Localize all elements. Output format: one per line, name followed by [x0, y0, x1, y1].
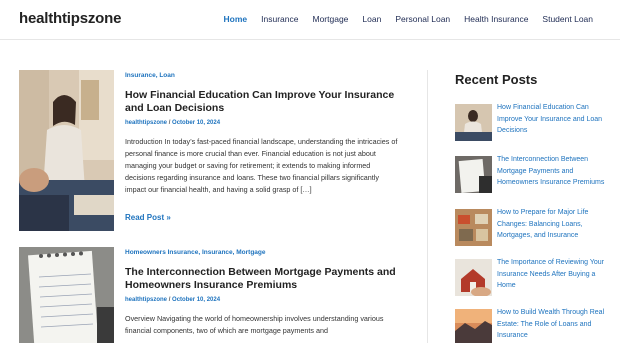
post-author[interactable]: healthtipszone	[125, 297, 167, 303]
recent-post-title[interactable]: How Financial Education Can Improve Your…	[497, 102, 607, 137]
recent-post-thumbnail[interactable]	[455, 259, 492, 296]
post-byline: healthtipszone / October 10, 2024	[125, 120, 220, 126]
nav-health-insurance[interactable]: Health Insurance	[464, 14, 528, 24]
post-card: Homeowners Insurance, Insurance, Mortgag…	[19, 247, 399, 343]
recent-post-item: How to Prepare for Major Life Changes: B…	[455, 207, 605, 249]
sidebar-title: Recent Posts	[455, 72, 538, 87]
recent-post-thumbnail[interactable]	[455, 156, 492, 193]
post-author[interactable]: healthtipszone	[125, 120, 167, 126]
recent-post-title[interactable]: How to Build Wealth Through Real Estate:…	[497, 307, 607, 342]
post-title[interactable]: How Financial Education Can Improve Your…	[125, 89, 400, 115]
recent-post-thumbnail[interactable]	[455, 309, 492, 343]
recent-post-item: How to Build Wealth Through Real Estate:…	[455, 307, 605, 343]
post-thumbnail[interactable]	[19, 70, 114, 231]
post-date[interactable]: October 10, 2024	[172, 120, 220, 126]
post-byline: healthtipszone / October 10, 2024	[125, 297, 220, 303]
nav-home[interactable]: Home	[224, 14, 248, 24]
site-logo[interactable]: healthtipszone	[19, 10, 121, 27]
site-header: healthtipszone Home Insurance Mortgage L…	[0, 0, 620, 40]
recent-post-item: How Financial Education Can Improve Your…	[455, 102, 605, 144]
recent-post-thumbnail[interactable]	[455, 104, 492, 141]
recent-post-item: The Importance of Reviewing Your Insuran…	[455, 257, 605, 299]
post-excerpt: Overview Navigating the world of homeown…	[125, 314, 384, 335]
nav-student-loan[interactable]: Student Loan	[542, 14, 593, 24]
post-card: Insurance, Loan How Financial Education …	[19, 70, 399, 235]
recent-post-title[interactable]: How to Prepare for Major Life Changes: B…	[497, 207, 607, 242]
recent-post-thumbnail[interactable]	[455, 209, 492, 246]
post-title[interactable]: The Interconnection Between Mortgage Pay…	[125, 266, 400, 292]
recent-post-title[interactable]: The Importance of Reviewing Your Insuran…	[497, 257, 607, 292]
post-date[interactable]: October 10, 2024	[172, 297, 220, 303]
nav-loan[interactable]: Loan	[362, 14, 381, 24]
nav-personal-loan[interactable]: Personal Loan	[395, 14, 450, 24]
recent-post-item: The Interconnection Between Mortgage Pay…	[455, 154, 605, 196]
nav-mortgage[interactable]: Mortgage	[312, 14, 348, 24]
post-categories[interactable]: Homeowners Insurance, Insurance, Mortgag…	[125, 249, 266, 256]
recent-post-title[interactable]: The Interconnection Between Mortgage Pay…	[497, 154, 607, 189]
nav-insurance[interactable]: Insurance	[261, 14, 298, 24]
main-nav: Home Insurance Mortgage Loan Personal Lo…	[210, 14, 593, 24]
post-categories[interactable]: Insurance, Loan	[125, 72, 175, 79]
read-more-link[interactable]: Read Post »	[125, 213, 171, 222]
post-thumbnail[interactable]	[19, 247, 114, 343]
column-divider	[427, 70, 428, 343]
post-excerpt: Introduction In today’s fast-paced finan…	[125, 137, 398, 194]
